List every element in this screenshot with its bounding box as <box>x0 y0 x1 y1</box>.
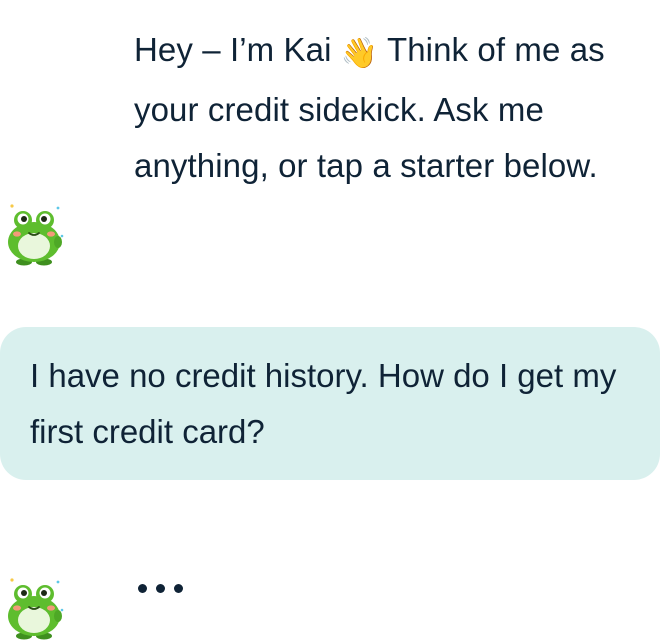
frog-mascot-icon <box>0 196 72 268</box>
assistant-message: Hey – I’m Kai 👋 Think of me as your cred… <box>134 22 634 194</box>
typing-indicator <box>138 584 183 593</box>
typing-dot <box>156 584 165 593</box>
user-message-bubble: I have no credit history. How do I get m… <box>0 327 660 480</box>
typing-dot <box>174 584 183 593</box>
waving-hand-icon: 👋 <box>340 36 379 71</box>
user-message-text: I have no credit history. How do I get m… <box>30 357 617 450</box>
frog-mascot-icon <box>0 570 72 640</box>
typing-dot <box>138 584 147 593</box>
chat-thread: Hey – I’m Kai 👋 Think of me as your cred… <box>0 0 660 640</box>
assistant-message-text-start: Hey – I’m Kai <box>134 31 341 68</box>
